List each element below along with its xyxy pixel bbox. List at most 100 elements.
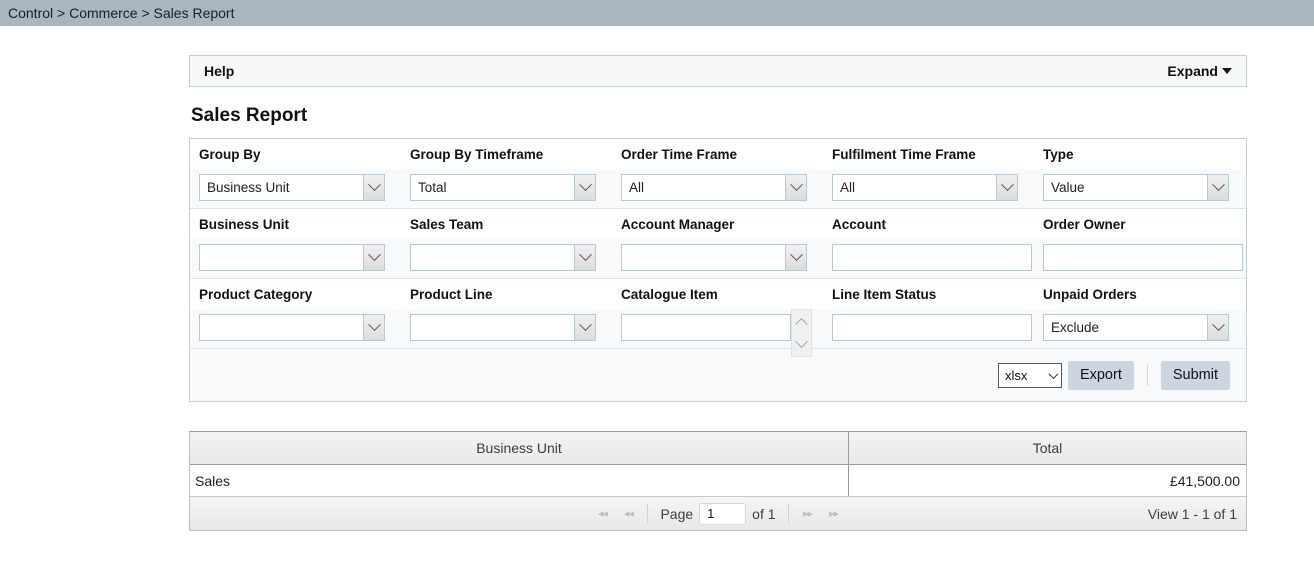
help-expand-label: Expand: [1167, 63, 1218, 79]
label-sales-team: Sales Team: [410, 217, 484, 232]
table-row[interactable]: Sales £41,500.00: [190, 465, 1246, 497]
label-line-item-status: Line Item Status: [832, 287, 937, 302]
next-page-icon[interactable]: ▸▸: [795, 504, 821, 524]
label-order-owner: Order Owner: [1043, 217, 1126, 232]
select-sales-team[interactable]: [410, 244, 596, 271]
filter-field-row-3: Exclude: [190, 309, 1246, 357]
chevron-up-icon[interactable]: [795, 317, 808, 331]
results-table-footer: ◂◂ ◂◂ Page 1 of 1 ▸▸ ▸▸ View 1 - 1 of 1: [190, 497, 1246, 530]
select-order-time-frame-value: All: [629, 180, 645, 195]
breadcrumb: Control > Commerce > Sales Report: [0, 0, 1314, 26]
select-business-unit[interactable]: [199, 244, 385, 271]
select-product-line[interactable]: [410, 314, 596, 341]
cell-business-unit: Sales: [190, 465, 849, 496]
input-account[interactable]: [832, 244, 1032, 271]
select-order-time-frame[interactable]: All: [621, 174, 807, 201]
filter-panel: Group By Group By Timeframe Order Time F…: [189, 138, 1247, 402]
label-catalogue-item: Catalogue Item: [621, 287, 718, 302]
cell-total: £41,500.00: [1169, 472, 1240, 489]
filter-section-1: Group By Group By Timeframe Order Time F…: [190, 139, 1246, 209]
column-header-business-unit[interactable]: Business Unit: [190, 432, 849, 464]
scrollbar-catalogue-item[interactable]: [791, 309, 812, 357]
action-divider: [1146, 364, 1148, 386]
filter-label-row-1: Group By Group By Timeframe Order Time F…: [190, 139, 1246, 169]
filter-field-row-1: Business Unit Total All All Value: [190, 169, 1246, 208]
breadcrumb-separator: >: [137, 5, 154, 21]
breadcrumb-item-commerce[interactable]: Commerce: [69, 5, 137, 21]
filter-section-2: Business Unit Sales Team Account Manager…: [190, 209, 1246, 279]
column-header-total[interactable]: Total: [849, 432, 1246, 464]
help-panel-title: Help: [204, 63, 235, 79]
select-group-by-timeframe-value: Total: [418, 180, 447, 195]
select-business-unit-value: [200, 245, 363, 270]
select-fulfilment-time-frame[interactable]: All: [832, 174, 1018, 201]
select-type-value: Value: [1051, 180, 1085, 195]
select-unpaid-orders[interactable]: Exclude: [1043, 314, 1229, 341]
first-page-icon[interactable]: ◂◂: [589, 504, 615, 524]
breadcrumb-item-control[interactable]: Control: [8, 5, 53, 21]
pager-divider: [787, 503, 789, 524]
page-label: Page: [660, 505, 694, 522]
label-unpaid-orders: Unpaid Orders: [1043, 287, 1137, 302]
pagination: ◂◂ ◂◂ Page 1 of 1 ▸▸ ▸▸: [589, 502, 847, 525]
filter-label-row-3: Product Category Product Line Catalogue …: [190, 279, 1246, 309]
page-number-input[interactable]: 1: [699, 502, 747, 525]
chevron-down-icon: [363, 245, 384, 270]
select-group-by-value: Business Unit: [207, 180, 290, 195]
prev-page-icon[interactable]: ◂◂: [615, 504, 641, 524]
label-type: Type: [1043, 147, 1074, 162]
chevron-down-icon: [785, 245, 806, 270]
select-group-by[interactable]: Business Unit: [199, 174, 385, 201]
listbox-catalogue-item[interactable]: [621, 309, 812, 357]
chevron-down-icon: [1207, 315, 1228, 340]
filter-section-3: Product Category Product Line Catalogue …: [190, 279, 1246, 357]
submit-button[interactable]: Submit: [1160, 360, 1230, 390]
select-account-manager[interactable]: [621, 244, 807, 271]
label-account: Account: [832, 217, 886, 232]
page-title: Sales Report: [191, 105, 308, 126]
input-order-owner[interactable]: [1043, 244, 1243, 271]
view-count-label: View 1 - 1 of 1: [1147, 505, 1237, 522]
help-panel: Help Expand: [189, 55, 1247, 87]
chevron-down-icon: [574, 245, 595, 270]
help-expand-toggle[interactable]: Expand: [1167, 63, 1232, 79]
label-product-category: Product Category: [199, 287, 313, 302]
select-product-line-value: [411, 315, 574, 340]
chevron-down-icon: [1207, 175, 1228, 200]
results-table: Business Unit Total Sales £41,500.00 ◂◂ …: [189, 431, 1247, 531]
caret-down-icon: [1222, 68, 1232, 74]
label-group-by: Group By: [199, 147, 261, 162]
chevron-down-icon: [363, 315, 384, 340]
select-export-format[interactable]: xlsx: [997, 362, 1062, 388]
label-order-time-frame: Order Time Frame: [621, 147, 738, 162]
label-product-line: Product Line: [410, 287, 493, 302]
listbox-catalogue-item-field[interactable]: [621, 314, 791, 341]
chevron-down-icon: [996, 175, 1017, 200]
chevron-down-icon: [363, 175, 384, 200]
export-button[interactable]: Export: [1067, 360, 1134, 390]
filter-actions: xlsx Export Submit: [190, 349, 1246, 401]
select-product-category-value: [200, 315, 363, 340]
label-fulfilment-time-frame: Fulfilment Time Frame: [832, 147, 976, 162]
select-account-manager-value: [622, 245, 785, 270]
select-type[interactable]: Value: [1043, 174, 1229, 201]
select-sales-team-value: [411, 245, 574, 270]
select-unpaid-orders-value: Exclude: [1051, 320, 1100, 335]
breadcrumb-separator: >: [53, 5, 70, 21]
select-group-by-timeframe[interactable]: Total: [410, 174, 596, 201]
last-page-icon[interactable]: ▸▸: [821, 504, 847, 524]
page-of-label: of 1: [752, 505, 776, 522]
label-business-unit: Business Unit: [199, 217, 290, 232]
label-account-manager: Account Manager: [621, 217, 735, 232]
filter-label-row-2: Business Unit Sales Team Account Manager…: [190, 209, 1246, 239]
input-line-item-status[interactable]: [832, 314, 1032, 341]
chevron-down-icon[interactable]: [795, 335, 808, 349]
chevron-down-icon: [574, 315, 595, 340]
chevron-down-icon: [785, 175, 806, 200]
select-export-format-value: xlsx: [1004, 367, 1028, 383]
label-group-by-timeframe: Group By Timeframe: [410, 147, 544, 162]
breadcrumb-item-sales-report: Sales Report: [153, 5, 235, 21]
filter-field-row-2: [190, 239, 1246, 278]
results-table-header: Business Unit Total: [190, 432, 1246, 465]
select-product-category[interactable]: [199, 314, 385, 341]
